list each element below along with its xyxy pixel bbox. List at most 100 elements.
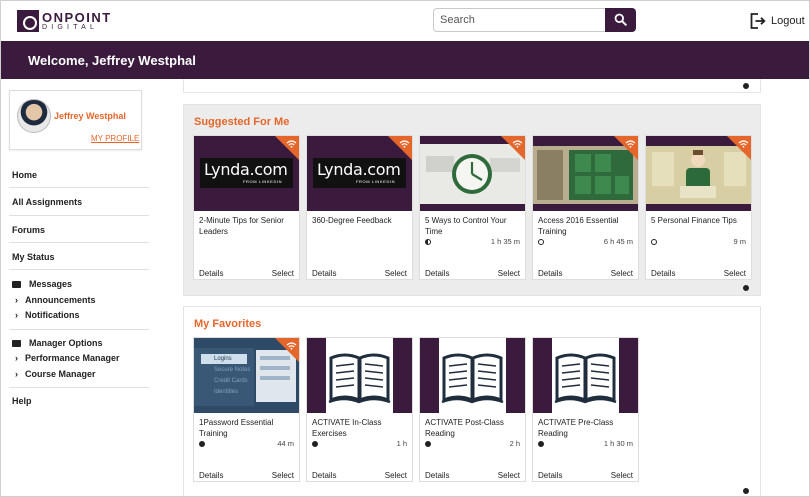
course-card: 5 Ways to Control Your Time 1 h 35 m Detai…	[419, 135, 526, 280]
lynda-logo-text: Lynda.com	[204, 160, 288, 179]
course-card: Access 2016 Essential Training 6 h 45 m De…	[532, 135, 639, 280]
sidebar-item-home[interactable]: Home	[12, 170, 37, 180]
course-thumbnail[interactable]: Lynda.com FROM LINKEDIN	[194, 136, 299, 211]
sidebar-item-help[interactable]: Help	[12, 396, 32, 406]
progress-icon	[425, 239, 431, 245]
details-button[interactable]: Details	[199, 269, 223, 278]
welcome-bar: Welcome, Jeffrey Westphal	[1, 41, 809, 79]
course-title[interactable]: 360-Degree Feedback	[312, 216, 408, 227]
chevron-right-icon: ›	[15, 369, 18, 379]
status-icon	[538, 441, 544, 447]
sidebar-item-notifications[interactable]: › Notifications	[15, 310, 80, 320]
sidebar-item-course-manager[interactable]: › Course Manager	[15, 369, 96, 379]
sidebar-item-label: Course Manager	[25, 369, 96, 379]
course-card: ACTIVATE Post-Class Reading 2 h Details Sel…	[419, 337, 526, 482]
details-button[interactable]: Details	[425, 269, 449, 278]
course-thumbnail[interactable]	[533, 136, 638, 211]
course-title[interactable]: 2-Minute Tips for Senior Leaders	[199, 216, 295, 237]
suggested-panel: Suggested For Me Lynda.com FROM LINKEDIN 2…	[183, 104, 761, 296]
course-thumbnail[interactable]	[646, 136, 751, 211]
sidebar-item-messages[interactable]: Messages	[29, 279, 72, 289]
password-category-item: Identities	[214, 389, 239, 395]
course-title[interactable]: 5 Ways to Control Your Time	[425, 216, 521, 237]
select-button[interactable]: Select	[272, 269, 294, 278]
password-category-item: Secure Notes	[214, 367, 251, 373]
details-button[interactable]: Details	[651, 269, 675, 278]
divider	[9, 215, 149, 216]
details-button[interactable]: Details	[425, 471, 449, 480]
app-frame: ONPOINT DIGITAL Logout Welcome, Jeffrey …	[0, 0, 810, 497]
wifi-icon	[625, 140, 636, 148]
course-title[interactable]: ACTIVATE Post-Class Reading	[425, 418, 521, 439]
search-icon	[614, 13, 627, 26]
course-thumbnail[interactable]	[420, 338, 525, 413]
lynda-logo: Lynda.com FROM LINKEDIN	[200, 158, 293, 188]
profile-name: Jeffrey Westphal	[54, 111, 126, 121]
select-button[interactable]: Select	[611, 471, 633, 480]
details-button[interactable]: Details	[312, 269, 336, 278]
open-book-icon	[533, 338, 638, 413]
course-card: 5 Personal Finance Tips 9 m Details Select	[645, 135, 752, 280]
select-button[interactable]: Select	[272, 471, 294, 480]
lynda-logo-subtext: FROM LINKEDIN	[243, 179, 283, 184]
briefcase-icon	[12, 340, 21, 347]
sidebar-item-label: Announcements	[25, 295, 96, 305]
search-input[interactable]	[433, 8, 605, 32]
wifi-icon	[738, 140, 749, 148]
details-button[interactable]: Details	[538, 471, 562, 480]
wifi-icon	[286, 342, 297, 350]
chevron-right-icon: ›	[15, 310, 18, 320]
course-card: ACTIVATE In-Class Exercises 1 h Details Sel…	[306, 337, 413, 482]
course-card: Logins Secure Notes Credit Cards Identities…	[193, 337, 300, 482]
select-button[interactable]: Select	[611, 269, 633, 278]
previous-carousel-strip	[183, 79, 761, 93]
wifi-icon	[286, 140, 297, 148]
select-button[interactable]: Select	[724, 269, 746, 278]
logo-text-top: ONPOINT	[42, 10, 112, 25]
carousel-dot[interactable]	[743, 285, 749, 291]
avatar	[17, 99, 51, 133]
divider	[9, 187, 149, 188]
course-thumbnail[interactable]	[420, 136, 525, 211]
chevron-right-icon: ›	[15, 353, 18, 363]
course-card: Lynda.com FROM LINKEDIN 2-Minute Tips for …	[193, 135, 300, 280]
course-duration: 1 h 30 m	[603, 439, 633, 448]
sidebar-item-label: Performance Manager	[25, 353, 120, 363]
sidebar-item-all-assignments[interactable]: All Assignments	[12, 197, 82, 207]
course-title[interactable]: 1Password Essential Training	[199, 418, 295, 439]
sidebar-item-label: Notifications	[25, 310, 80, 320]
carousel-dot[interactable]	[743, 488, 749, 494]
sidebar-item-performance-manager[interactable]: › Performance Manager	[15, 353, 120, 363]
lynda-logo-subtext: FROM LINKEDIN	[356, 179, 396, 184]
wifi-icon	[399, 140, 410, 148]
details-button[interactable]: Details	[312, 471, 336, 480]
sidebar-item-forums[interactable]: Forums	[12, 225, 45, 235]
sidebar-item-announcements[interactable]: › Announcements	[15, 295, 96, 305]
course-card: ACTIVATE Pre-Class Reading 1 h 30 m Detail…	[532, 337, 639, 482]
search-button[interactable]	[605, 8, 636, 32]
course-title[interactable]: Access 2016 Essential Training	[538, 216, 634, 237]
course-duration: 6 h 45 m	[603, 237, 633, 246]
profile-card: Jeffrey Westphal MY PROFILE	[9, 90, 142, 150]
course-thumbnail[interactable]: Lynda.com FROM LINKEDIN	[307, 136, 412, 211]
select-button[interactable]: Select	[498, 471, 520, 480]
suggested-title: Suggested For Me	[194, 116, 290, 128]
course-title[interactable]: ACTIVATE In-Class Exercises	[312, 418, 408, 439]
onpoint-logo[interactable]: ONPOINT DIGITAL	[17, 9, 121, 35]
sidebar-item-manager-options[interactable]: Manager Options	[29, 338, 103, 348]
carousel-dot[interactable]	[743, 83, 749, 89]
select-button[interactable]: Select	[385, 269, 407, 278]
course-thumbnail[interactable]	[533, 338, 638, 413]
details-button[interactable]: Details	[199, 471, 223, 480]
select-button[interactable]: Select	[385, 471, 407, 480]
sidebar-item-my-status[interactable]: My Status	[12, 252, 55, 262]
course-duration: 1 h	[396, 439, 407, 448]
details-button[interactable]: Details	[538, 269, 562, 278]
course-thumbnail[interactable]: Logins Secure Notes Credit Cards Identities	[194, 338, 299, 413]
course-title[interactable]: 5 Personal Finance Tips	[651, 216, 747, 227]
course-thumbnail[interactable]	[307, 338, 412, 413]
my-profile-link[interactable]: MY PROFILE	[91, 134, 139, 143]
status-icon	[651, 239, 657, 245]
course-title[interactable]: ACTIVATE Pre-Class Reading	[538, 418, 634, 439]
select-button[interactable]: Select	[498, 269, 520, 278]
